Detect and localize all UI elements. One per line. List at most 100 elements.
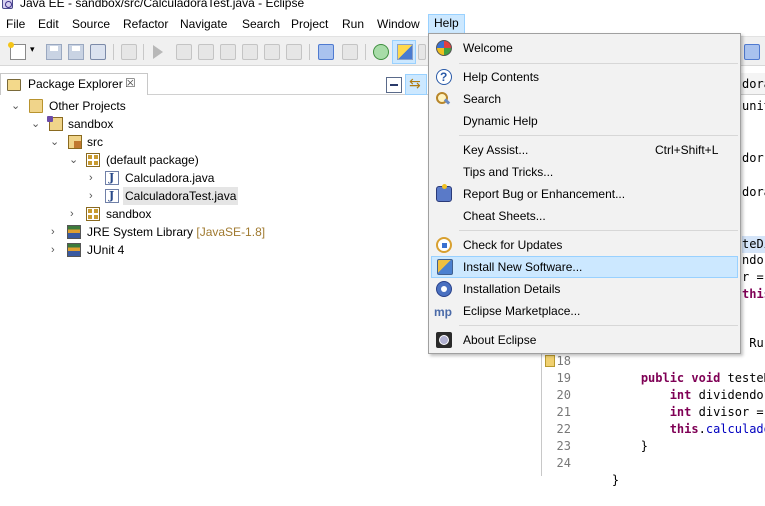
chevron-down-icon[interactable]: ⌄ (50, 133, 59, 151)
code-fragment: r = 1 (742, 270, 764, 284)
link-with-editor-icon[interactable] (405, 74, 427, 95)
menu-item-installation-details[interactable]: Installation Details (431, 278, 738, 300)
menu-project[interactable]: Project (286, 15, 333, 34)
menu-item-welcome[interactable]: Welcome (431, 37, 738, 59)
menu-item-label: Tips and Tricks... (463, 165, 554, 179)
menu-item-tips-and-tricks[interactable]: Tips and Tricks... (431, 161, 738, 183)
menu-item-label: Check for Updates (463, 238, 563, 252)
tree-item-src[interactable]: ⌄ src (0, 133, 300, 151)
tree-item-calculadoratest-java[interactable]: › CalculadoraTest.java (0, 187, 300, 205)
tree-item-calculadora-java[interactable]: › Calculadora.java (0, 169, 300, 187)
menu-file[interactable]: File (1, 15, 30, 34)
collapse-all-icon[interactable] (386, 77, 402, 93)
disconnect-icon[interactable] (220, 44, 236, 60)
chevron-right-icon[interactable]: › (51, 241, 55, 259)
tree-item-default-package[interactable]: ⌄ (default package) (0, 151, 300, 169)
menu-edit[interactable]: Edit (33, 15, 64, 34)
menu-refactor[interactable]: Refactor (118, 15, 173, 34)
code-line[interactable]: } (583, 421, 648, 453)
overflow-icon[interactable] (418, 44, 426, 60)
tree-item-sandbox-package[interactable]: › sandbox (0, 205, 300, 223)
java-file-icon (105, 169, 119, 187)
save-icon[interactable] (46, 44, 62, 60)
menu-item-key-assist[interactable]: Key Assist... Ctrl+Shift+L (431, 139, 738, 161)
menu-item-about-eclipse[interactable]: About Eclipse (431, 329, 738, 351)
package-explorer-tab[interactable]: Package Explorer ☒ (0, 73, 148, 95)
tree-item-jre-library[interactable]: › JRE System Library [JavaSE-1.8] (0, 223, 300, 241)
print-icon[interactable] (90, 44, 106, 60)
code-line[interactable]: int divisor = 0 (583, 387, 765, 419)
tree-item-label-group: JRE System Library [JavaSE-1.8] (87, 223, 265, 241)
package-icon (86, 153, 100, 167)
menu-item-check-for-updates[interactable]: Check for Updates (431, 234, 738, 256)
new-dropdown-icon[interactable]: ▾ (30, 44, 38, 60)
suspend-icon[interactable] (176, 44, 192, 60)
tree-item-label: JUnit 4 (87, 243, 125, 257)
menu-navigate[interactable]: Navigate (175, 15, 232, 34)
toggle-block-icon[interactable] (342, 44, 358, 60)
line-number: 19 (556, 371, 571, 385)
menu-window[interactable]: Window (372, 15, 425, 34)
menu-source[interactable]: Source (67, 15, 115, 34)
step-over-icon[interactable] (264, 44, 280, 60)
menu-search[interactable]: Search (237, 15, 285, 34)
menu-item-install-new-software[interactable]: Install New Software... (431, 256, 738, 278)
menu-item-label: Installation Details (463, 282, 561, 296)
tree-item-label: (default package) (106, 153, 199, 167)
menu-item-dynamic-help[interactable]: Dynamic Help (431, 110, 738, 132)
close-icon[interactable]: ☒ (125, 76, 136, 90)
tree-item-label: src (87, 135, 103, 149)
menu-item-label: Install New Software... (463, 260, 583, 274)
chevron-right-icon[interactable]: › (51, 223, 55, 241)
chevron-right-icon[interactable]: › (89, 187, 93, 205)
chevron-right-icon[interactable]: › (70, 205, 74, 223)
code-line[interactable]: int dividendo = (583, 370, 765, 402)
marketplace-icon (434, 301, 454, 323)
tree-item-label: Calculadora.java (125, 171, 215, 185)
menu-separator (459, 135, 738, 136)
new-wizard-icon[interactable] (8, 42, 26, 60)
step-return-icon[interactable] (286, 44, 302, 60)
source-folder-icon (68, 135, 82, 149)
tree-item-other-projects[interactable]: ⌄ Other Projects (0, 97, 300, 115)
chevron-right-icon[interactable]: › (89, 169, 93, 187)
tree-item-sandbox-project[interactable]: ⌄ sandbox (0, 115, 300, 133)
code-token: . (698, 422, 706, 436)
menu-separator (459, 63, 738, 64)
run-icon[interactable] (373, 44, 389, 60)
code-token: } (611, 439, 649, 453)
resume-icon[interactable] (153, 45, 163, 59)
menu-separator (459, 325, 738, 326)
perspective-icon[interactable] (744, 44, 760, 60)
chevron-down-icon[interactable]: ⌄ (31, 115, 40, 133)
eclipse-app-icon (2, 0, 13, 9)
menu-item-cheat-sheets[interactable]: Cheat Sheets... (431, 205, 738, 227)
menu-item-label: Report Bug or Enhancement... (463, 187, 626, 201)
code-line[interactable]: this.calculador (583, 404, 765, 436)
terminate-icon[interactable] (198, 44, 214, 60)
skip-breakpoints-icon[interactable] (121, 44, 137, 60)
menu-item-label: Help Contents (463, 70, 540, 84)
save-all-icon[interactable] (68, 44, 84, 60)
step-into-icon[interactable] (242, 44, 258, 60)
welcome-icon (436, 40, 452, 56)
package-explorer-title: Package Explorer (28, 77, 123, 91)
menu-item-eclipse-marketplace[interactable]: Eclipse Marketplace... (431, 300, 738, 323)
menu-run[interactable]: Run (337, 15, 369, 34)
menu-item-search[interactable]: Search (431, 88, 738, 110)
menu-item-label: Dynamic Help (463, 114, 538, 128)
chevron-down-icon[interactable]: ⌄ (11, 97, 20, 115)
menu-item-report-bug[interactable]: Report Bug or Enhancement... (431, 183, 738, 205)
open-console-icon[interactable] (318, 44, 334, 60)
menu-item-help-contents[interactable]: Help Contents (431, 66, 738, 88)
java-file-icon (105, 187, 119, 205)
about-eclipse-icon (436, 332, 452, 348)
tree-item-junit4[interactable]: › JUnit 4 (0, 241, 300, 259)
chevron-down-icon[interactable]: ⌄ (69, 151, 78, 169)
menu-help[interactable]: Help (428, 14, 465, 35)
code-fragment: Ru (742, 336, 764, 350)
menu-item-label: Welcome (463, 41, 513, 55)
code-line[interactable]: } (583, 455, 619, 487)
code-line[interactable]: public void testeDi (583, 353, 765, 385)
tree-item-label: Other Projects (49, 99, 126, 113)
